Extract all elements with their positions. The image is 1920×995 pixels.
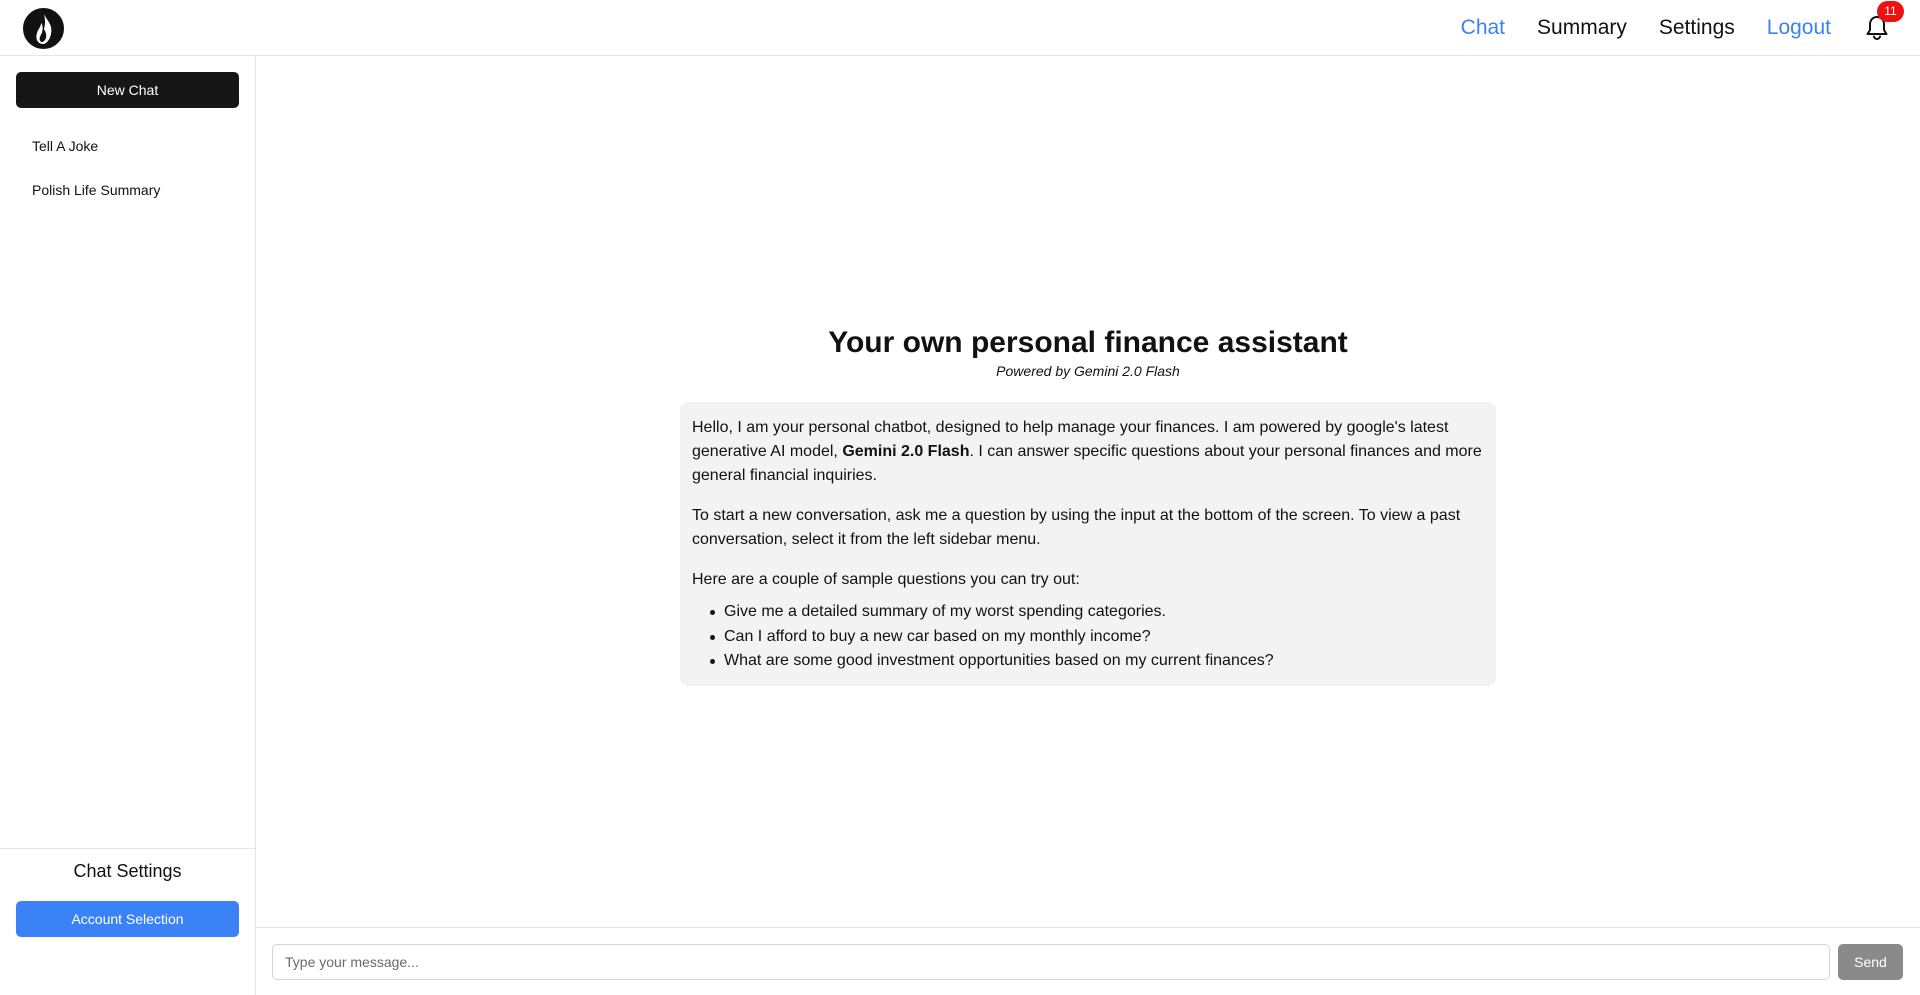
chat-history-item[interactable]: Tell A Joke <box>0 124 255 168</box>
chat-settings-panel: Chat Settings Account Selection <box>0 848 255 995</box>
sample-question-item: Give me a detailed summary of my worst s… <box>710 600 1484 625</box>
new-chat-button[interactable]: New Chat <box>16 72 239 108</box>
chat-main-area: Your own personal finance assistant Powe… <box>256 56 1920 927</box>
chat-sidebar: New Chat Tell A Joke Polish Life Summary… <box>0 56 256 995</box>
message-input[interactable] <box>272 944 1830 980</box>
nav-settings-link[interactable]: Settings <box>1659 16 1735 40</box>
send-button[interactable]: Send <box>1838 944 1903 980</box>
main-nav: Chat Summary Settings Logout 11 <box>1461 0 1920 56</box>
sample-question-item: Can I afford to buy a new car based on m… <box>710 625 1484 650</box>
account-selection-button[interactable]: Account Selection <box>16 901 239 937</box>
notification-count-badge: 11 <box>1877 1 1904 22</box>
chat-history-item[interactable]: Polish Life Summary <box>0 168 255 212</box>
flame-logo-icon[interactable] <box>23 8 64 49</box>
bell-icon[interactable]: 11 <box>1865 1 1904 41</box>
sample-question-item: What are some good investment opportunit… <box>710 649 1484 674</box>
page-subtitle: Powered by Gemini 2.0 Flash <box>996 363 1180 379</box>
chat-settings-title: Chat Settings <box>73 861 182 881</box>
top-navbar: Chat Summary Settings Logout 11 <box>0 0 1920 56</box>
sample-questions-heading: Here are a couple of sample questions yo… <box>692 571 1080 588</box>
welcome-intro-paragraph: Hello, I am your personal chatbot, desig… <box>692 416 1484 488</box>
message-composer: Send <box>256 927 1920 995</box>
chat-history-list: Tell A Joke Polish Life Summary <box>0 124 255 212</box>
welcome-message-card: Hello, I am your personal chatbot, desig… <box>680 402 1496 686</box>
welcome-instructions-paragraph: To start a new conversation, ask me a qu… <box>692 507 1461 548</box>
model-name-text: Gemini 2.0 Flash <box>842 443 970 460</box>
nav-chat-link[interactable]: Chat <box>1461 16 1505 40</box>
page-title: Your own personal finance assistant <box>828 326 1348 359</box>
sample-questions-list: Give me a detailed summary of my worst s… <box>692 600 1484 674</box>
nav-summary-link[interactable]: Summary <box>1537 16 1627 40</box>
nav-logout-link[interactable]: Logout <box>1767 16 1831 40</box>
